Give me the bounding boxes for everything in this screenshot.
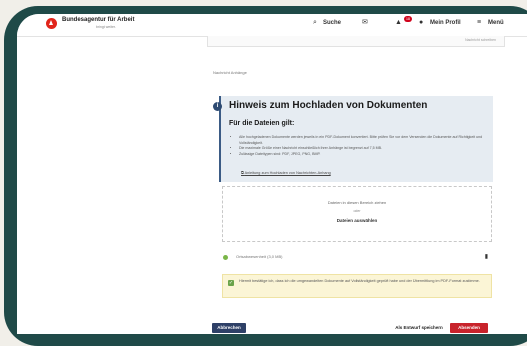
message-field-stub[interactable]: Nachricht schreiben: [207, 36, 505, 47]
hint-list: Alle hochgeladenen Dokumente werden jewe…: [233, 135, 494, 157]
select-files-button[interactable]: Dateien auswählen: [223, 218, 491, 223]
search-icon[interactable]: ⌕: [313, 19, 317, 26]
stub-text: Nachricht schreiben: [465, 38, 496, 42]
menu-link[interactable]: Menü: [488, 20, 504, 26]
dropzone-or: oder: [353, 209, 361, 213]
section-label: Nachricht Anhänge: [213, 70, 247, 75]
notification-badge: 18: [404, 16, 412, 22]
upload-hint-box: i Hinweis zum Hochladen von Dokumenten F…: [213, 96, 494, 182]
confirmation-text: Hiermit bestätige ich, dass ich die umge…: [239, 279, 480, 283]
user-icon[interactable]: ●: [419, 19, 423, 26]
save-draft-button[interactable]: Als Entwurf speichern: [393, 323, 445, 333]
trash-icon[interactable]: ▮: [485, 253, 488, 260]
file-name: Ortsabwesenheit (3,0 MB): [236, 254, 283, 259]
cancel-button[interactable]: Abbrechen: [212, 323, 246, 333]
bell-icon[interactable]: ▲: [395, 19, 402, 26]
file-dropzone[interactable]: Dateien in diesen Bereich ziehen oder Da…: [222, 186, 492, 242]
submit-button[interactable]: Absenden: [450, 323, 488, 333]
search-link[interactable]: Suche: [323, 20, 341, 26]
checkbox-checked-icon[interactable]: ✓: [228, 280, 234, 286]
dropzone-instruction: Dateien in diesen Bereich ziehen: [327, 200, 387, 205]
hint-item: Alle hochgeladenen Dokumente werden jewe…: [239, 135, 494, 146]
hint-item: Zulässige Dateitypen sind: PDF, JPEG, PN…: [239, 152, 494, 158]
hint-subtitle: Für die Dateien gilt:: [229, 120, 295, 127]
app-screen: Bundesagentur für Arbeit bringt weiter. …: [17, 14, 527, 334]
mail-icon[interactable]: ✉: [362, 19, 368, 26]
info-icon: i: [213, 102, 222, 111]
confirmation-box: ✓ Hiermit bestätige ich, dass ich die um…: [222, 274, 492, 298]
brand-subtitle: bringt weiter.: [96, 25, 116, 29]
hint-title: Hinweis zum Hochladen von Dokumenten: [229, 100, 428, 111]
top-navigation: Bundesagentur für Arbeit bringt weiter. …: [17, 14, 527, 37]
menu-icon[interactable]: ≡: [477, 19, 481, 26]
uploaded-file-row: Ortsabwesenheit (3,0 MB) ▮: [222, 253, 490, 263]
file-status-icon: [223, 255, 228, 260]
upload-guide-link-label: Anleitung zum Hochladen von Nachrichten-…: [244, 171, 331, 175]
logo-icon[interactable]: [46, 18, 57, 29]
profile-link[interactable]: Mein Profil: [430, 20, 461, 26]
upload-guide-link[interactable]: ⧉ Anleitung zum Hochladen von Nachrichte…: [241, 171, 331, 175]
brand-title[interactable]: Bundesagentur für Arbeit: [62, 17, 134, 23]
